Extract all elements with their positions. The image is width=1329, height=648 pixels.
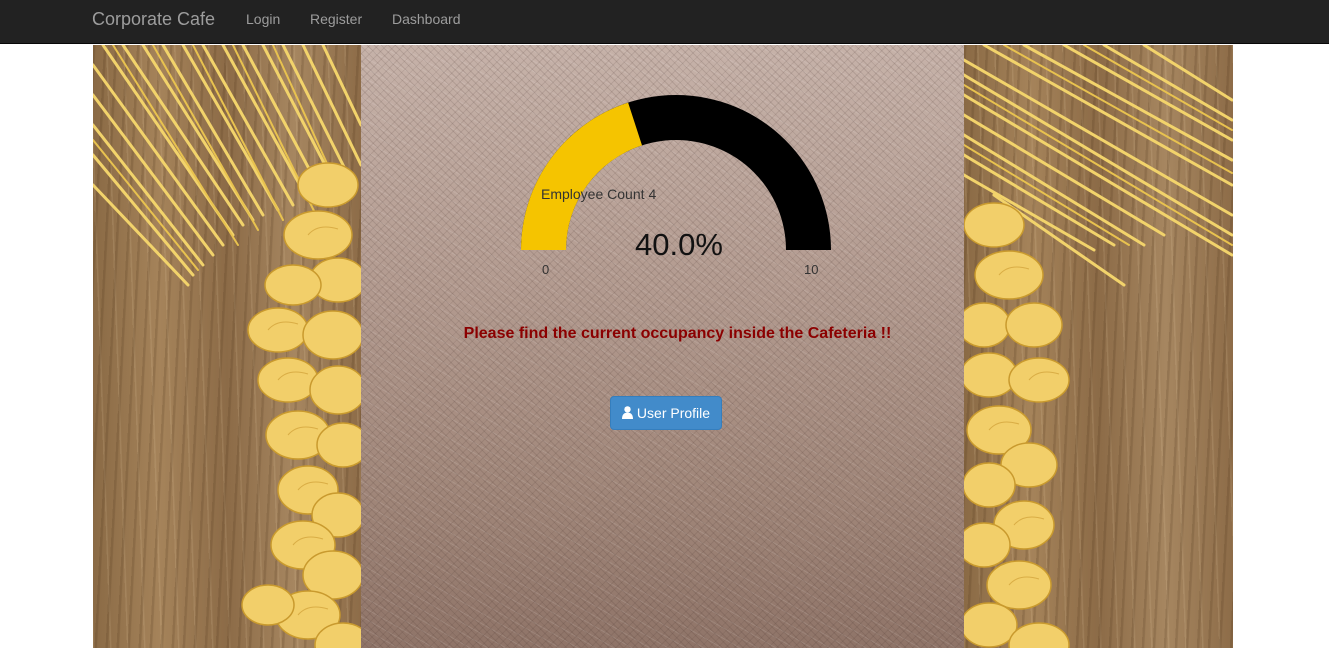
- nav-register-link[interactable]: Register: [310, 0, 362, 44]
- gauge-count: 4: [648, 186, 657, 202]
- occupancy-message: Please find the current occupancy inside…: [463, 325, 892, 342]
- user-profile-label: User Profile: [636, 405, 711, 421]
- gauge-fill: [521, 102, 643, 250]
- left-background-image: [93, 45, 361, 648]
- right-background-image: [964, 45, 1233, 648]
- gauge-title-label: Employee Count: [541, 186, 645, 202]
- brand-link[interactable]: Corporate Cafe: [92, 0, 215, 44]
- gauge-title: Employee Count 4: [541, 186, 656, 202]
- user-profile-button[interactable]: User Profile: [610, 396, 722, 430]
- gauge-min-label: 0: [542, 262, 550, 277]
- main-content-panel: Employee Count 4 40.0% 0 10 Please find t…: [361, 45, 964, 648]
- pasta-illustration: [93, 45, 361, 648]
- gauge-max-label: 10: [804, 262, 819, 277]
- gauge-value: 40.0%: [635, 227, 723, 262]
- nav-dashboard-link[interactable]: Dashboard: [392, 0, 461, 44]
- user-icon: [621, 406, 633, 420]
- pasta-illustration: [964, 45, 1233, 648]
- navbar: Corporate Cafe Login Register Dashboard: [0, 0, 1329, 44]
- nav-login-link[interactable]: Login: [246, 0, 280, 44]
